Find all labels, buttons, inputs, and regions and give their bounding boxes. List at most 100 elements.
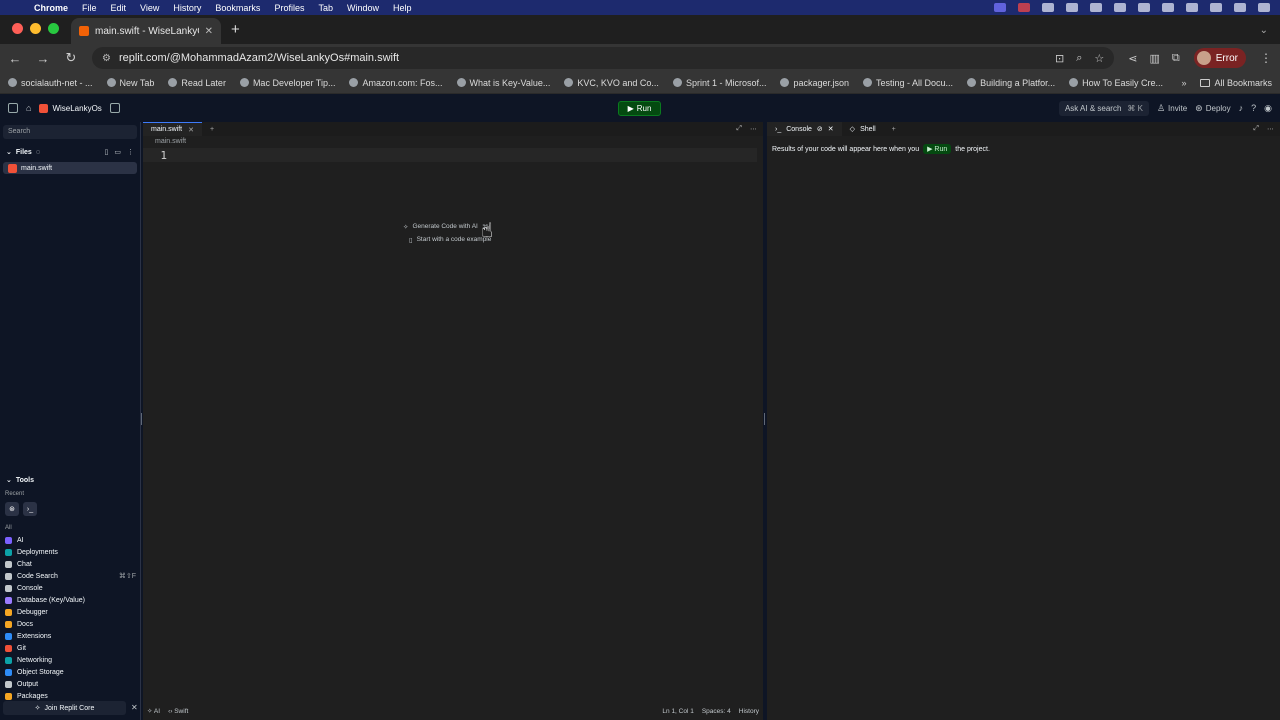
- chrome-menu-icon[interactable]: ⋮: [1260, 51, 1272, 65]
- user-avatar-icon[interactable]: ◉: [1264, 103, 1272, 114]
- more-options-icon[interactable]: ⋯: [1267, 125, 1274, 133]
- address-url[interactable]: replit.com/@MohammadAzam2/WiseLankyOs#ma…: [119, 52, 399, 64]
- close-tab-icon[interactable]: ✕: [188, 126, 194, 134]
- back-icon[interactable]: ←: [8, 51, 22, 66]
- siri-icon[interactable]: [1258, 3, 1270, 12]
- tab-shell[interactable]: ◇ Shell: [842, 122, 884, 136]
- indent-spaces[interactable]: Spaces: 4: [702, 708, 731, 715]
- browser-tab-active[interactable]: main.swift - WiseLankyOs - R ✕: [71, 18, 221, 44]
- menu-view[interactable]: View: [140, 3, 159, 13]
- maximize-icon[interactable]: ⤢: [1253, 125, 1259, 133]
- bookmark-item[interactable]: socialauth-net - ...: [8, 78, 93, 88]
- more-options-icon[interactable]: ⋯: [750, 125, 757, 133]
- tool-extensions[interactable]: Extensions: [0, 630, 141, 642]
- replit-home-icon[interactable]: ⌂: [26, 103, 31, 113]
- tool-database[interactable]: Database (Key/Value): [0, 594, 141, 606]
- close-icon[interactable]: ✕: [131, 703, 138, 712]
- tool-git[interactable]: Git: [0, 642, 141, 654]
- tool-networking[interactable]: Networking: [0, 654, 141, 666]
- repl-name-button[interactable]: WiseLankyOs: [39, 103, 102, 113]
- tab-console[interactable]: ›_ Console ⊘ ✕: [767, 122, 842, 136]
- profile-button[interactable]: Error: [1193, 48, 1246, 68]
- wifi-icon[interactable]: [1186, 3, 1198, 12]
- bookmark-item[interactable]: Sprint 1 - Microsof...: [672, 78, 766, 88]
- bookmark-item[interactable]: KVC, KVO and Co...: [564, 78, 659, 88]
- tool-docs[interactable]: Docs: [0, 618, 141, 630]
- share-icon[interactable]: ⋖: [1128, 52, 1137, 65]
- menu-tab[interactable]: Tab: [318, 3, 333, 13]
- editor-tab-main-swift[interactable]: main.swift ✕: [143, 122, 202, 136]
- tab-search-icon[interactable]: ⌄: [1260, 25, 1280, 44]
- recording-icon[interactable]: [1018, 3, 1030, 12]
- cursor-icon[interactable]: [1042, 3, 1054, 12]
- code-example-link[interactable]: ▯ Start with a code example: [403, 233, 491, 246]
- notifications-icon[interactable]: ♪: [1239, 103, 1244, 113]
- deploy-button[interactable]: ⊛ Deploy: [1195, 103, 1230, 114]
- minimize-window-icon[interactable]: [30, 23, 41, 34]
- ask-ai-search[interactable]: Ask AI & search ⌘ K: [1058, 100, 1149, 116]
- bookmark-item[interactable]: Testing - All Docu...: [863, 78, 953, 88]
- more-bookmarks-icon[interactable]: »: [1181, 78, 1186, 88]
- menu-edit[interactable]: Edit: [111, 3, 127, 13]
- breadcrumb[interactable]: main.swift: [143, 136, 763, 148]
- cursor-position[interactable]: Ln 1, Col 1: [662, 708, 693, 715]
- bluetooth-icon[interactable]: [1162, 3, 1174, 12]
- screen-share-icon[interactable]: [994, 3, 1006, 12]
- bookmark-item[interactable]: Read Later: [168, 78, 226, 88]
- files-section-header[interactable]: ⌄ Files ◌ ▯ ▭ ⋮: [0, 142, 140, 162]
- visibility-icon[interactable]: ◌: [36, 149, 40, 156]
- bookmark-star-icon[interactable]: ☆: [1094, 52, 1104, 65]
- status-language[interactable]: ‹› Swift: [168, 708, 188, 715]
- recent-tool-shell-icon[interactable]: ›_: [23, 502, 37, 516]
- menu-profiles[interactable]: Profiles: [274, 3, 304, 13]
- bookmark-item[interactable]: Building a Platfor...: [967, 78, 1055, 88]
- sidebar-resize-handle[interactable]: [141, 413, 142, 425]
- file-item-main-swift[interactable]: main.swift: [3, 162, 137, 174]
- code-line[interactable]: 1: [143, 148, 757, 162]
- tool-output[interactable]: Output: [0, 678, 141, 690]
- tools-section-header[interactable]: ⌄ Tools: [0, 472, 141, 488]
- menu-history[interactable]: History: [173, 3, 201, 13]
- flame-icon[interactable]: [1066, 3, 1078, 12]
- close-window-icon[interactable]: [12, 23, 23, 34]
- sidebar-icon[interactable]: ▥: [1150, 52, 1160, 65]
- zoom-icon[interactable]: ⌕: [1076, 52, 1082, 65]
- tool-ai[interactable]: AI: [0, 534, 141, 546]
- run-button[interactable]: ▶ Run: [618, 101, 661, 116]
- help-icon[interactable]: ?: [1251, 103, 1256, 113]
- battery-icon[interactable]: [1114, 3, 1126, 12]
- new-editor-tab-icon[interactable]: +: [202, 126, 214, 133]
- site-info-icon[interactable]: ⚙: [102, 53, 111, 64]
- reload-icon[interactable]: ↻: [64, 50, 78, 66]
- display-icon[interactable]: [1090, 3, 1102, 12]
- tool-object-storage[interactable]: Object Storage: [0, 666, 141, 678]
- new-folder-icon[interactable]: ▭: [114, 148, 121, 156]
- pane-resize-handle[interactable]: [764, 413, 765, 425]
- close-tab-icon[interactable]: ✕: [828, 125, 834, 133]
- control-center-icon[interactable]: [1234, 3, 1246, 12]
- clear-console-icon[interactable]: ⊘: [817, 125, 823, 133]
- menu-bookmarks[interactable]: Bookmarks: [215, 3, 260, 13]
- new-file-icon[interactable]: ▯: [105, 148, 109, 156]
- address-bar[interactable]: ⚙ replit.com/@MohammadAzam2/WiseLankyOs#…: [92, 47, 1115, 69]
- menu-help[interactable]: Help: [393, 3, 412, 13]
- sidebar-search-input[interactable]: Search: [3, 125, 137, 139]
- tool-code-search[interactable]: Code Search ⌘⇧F: [0, 570, 141, 582]
- join-replit-core-button[interactable]: ✧ Join Replit Core: [3, 701, 126, 715]
- more-options-icon[interactable]: ⋮: [127, 148, 134, 156]
- generate-code-ai-link[interactable]: ✧ Generate Code with AI ⌘I: [403, 220, 491, 233]
- install-app-icon[interactable]: ⊡: [1055, 52, 1064, 65]
- tool-console[interactable]: Console: [0, 582, 141, 594]
- menu-window[interactable]: Window: [347, 3, 379, 13]
- repl-info-icon[interactable]: [109, 103, 120, 113]
- menu-app-name[interactable]: Chrome: [34, 3, 68, 13]
- forward-icon[interactable]: →: [36, 51, 50, 66]
- new-console-tab-icon[interactable]: +: [884, 126, 904, 133]
- bookmark-item[interactable]: New Tab: [106, 78, 154, 88]
- search-icon[interactable]: [1210, 3, 1222, 12]
- bookmark-item[interactable]: Mac Developer Tip...: [239, 78, 335, 88]
- menu-file[interactable]: File: [82, 3, 97, 13]
- tool-chat[interactable]: Chat: [0, 558, 141, 570]
- tool-debugger[interactable]: Debugger: [0, 606, 141, 618]
- close-tab-icon[interactable]: ✕: [205, 26, 213, 37]
